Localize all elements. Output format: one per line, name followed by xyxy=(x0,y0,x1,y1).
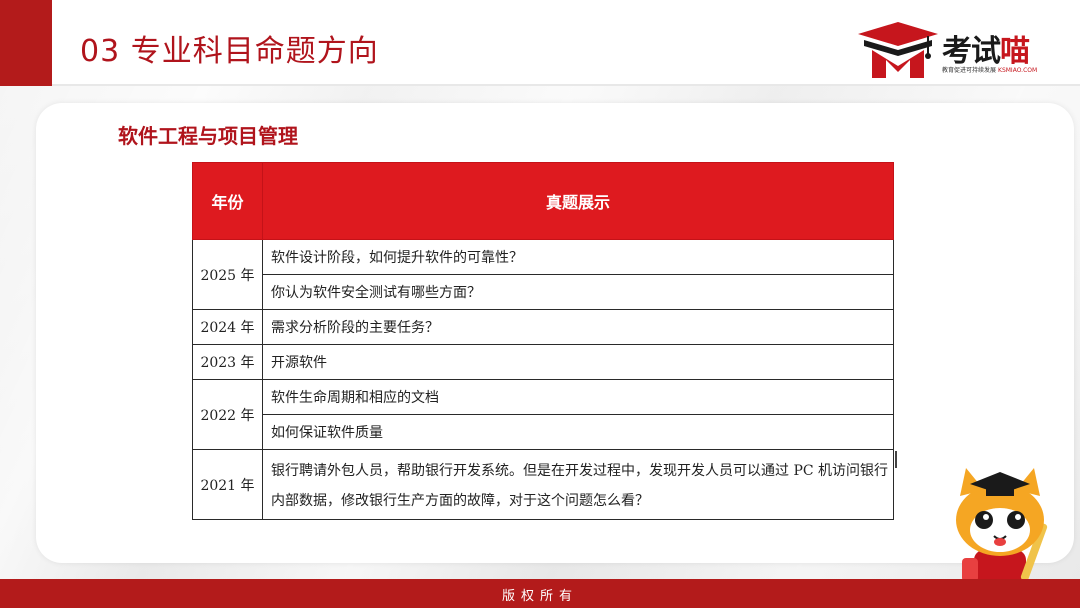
question-cell: 如何保证软件质量 xyxy=(262,414,894,450)
header-year: 年份 xyxy=(192,162,263,240)
page-title: 03 专业科目命题方向 xyxy=(80,34,379,69)
question-cell: 软件设计阶段，如何提升软件的可靠性？ xyxy=(262,239,894,275)
logo-tagline: 教育促进可持续发展 KSMIAO.COM xyxy=(942,67,1038,74)
header-questions: 真题展示 xyxy=(262,162,894,240)
table-row: 你认为软件安全测试有哪些方面？ xyxy=(193,274,894,310)
section-title: 软件工程与项目管理 xyxy=(118,124,298,148)
year-cell: 2023 年 xyxy=(192,344,263,380)
table-row: 2025 年软件设计阶段，如何提升软件的可靠性？ xyxy=(192,239,894,310)
header-divider xyxy=(52,84,1080,86)
question-cell: 你认为软件安全测试有哪些方面？ xyxy=(262,274,894,310)
graduation-cap-icon xyxy=(858,22,938,78)
question-cell: 开源软件 xyxy=(262,344,894,380)
header-accent-block xyxy=(0,0,52,86)
copyright-text: 版权所有 xyxy=(501,589,578,604)
table-header-row: 年份 真题展示 xyxy=(192,162,894,240)
year-cell: 2021 年 xyxy=(192,449,263,520)
logo-wordmark: 考试喵 xyxy=(942,34,1030,69)
table-row: 如何保证软件质量 xyxy=(193,414,894,450)
question-cell: 需求分析阶段的主要任务？ xyxy=(262,309,894,345)
exam-questions-table: 年份 真题展示 2025 年软件设计阶段，如何提升软件的可靠性？ 你认为软件安全测… xyxy=(192,162,894,520)
question-cell: 银行聘请外包人员，帮助银行开发系统。但是在开发过程中，发现开发人员可以通过 PC… xyxy=(262,449,894,520)
brand-logo: 考试喵 教育促进可持续发展 KSMIAO.COM xyxy=(856,20,1056,82)
table-row: 2024 年需求分析阶段的主要任务？ xyxy=(192,309,894,345)
table-row: 2023 年开源软件 xyxy=(192,344,894,380)
question-cell: 软件生命周期和相应的文档 xyxy=(262,379,894,415)
text-cursor xyxy=(895,451,897,468)
year-cell: 2025 年 xyxy=(192,239,263,310)
table-row: 2021 年银行聘请外包人员，帮助银行开发系统。但是在开发过程中，发现开发人员可… xyxy=(192,449,894,520)
year-cell: 2024 年 xyxy=(192,309,263,345)
year-cell: 2022 年 xyxy=(192,379,263,450)
table-row: 2022 年软件生命周期和相应的文档 xyxy=(192,379,894,450)
